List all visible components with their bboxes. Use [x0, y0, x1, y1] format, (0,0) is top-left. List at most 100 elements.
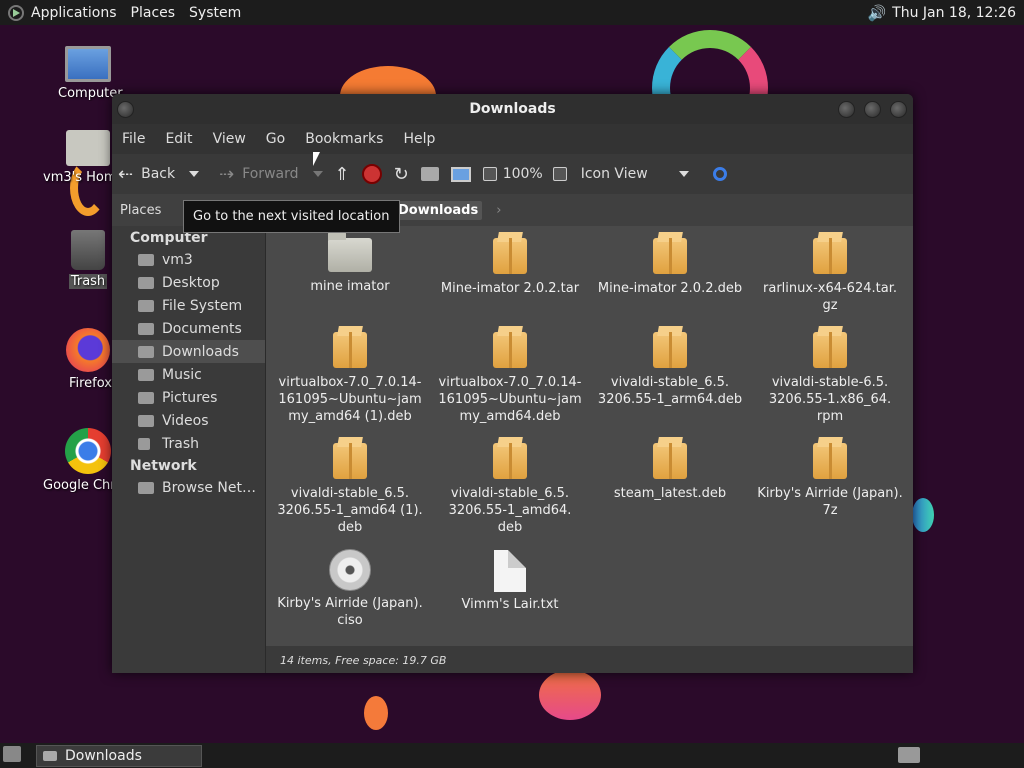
menu-file[interactable]: File [112, 131, 155, 147]
sidebar-item-label: Pictures [162, 389, 218, 406]
minimize-button[interactable] [838, 101, 855, 118]
sidebar-item-vm3[interactable]: vm3 [112, 248, 265, 271]
sidebar-item-label: Desktop [162, 274, 220, 291]
zoom-in-button[interactable] [547, 167, 573, 181]
file-item[interactable]: Mine-imator 2.0.2.tar [430, 238, 590, 297]
places-menu[interactable]: Places [124, 5, 183, 21]
view-mode-select[interactable]: Icon View [575, 166, 695, 182]
up-arrow-icon: ⇑ [334, 163, 350, 185]
file-item[interactable]: virtualbox-7.0_7.0.14- 161095~Ubuntu~jam… [270, 332, 430, 425]
close-button[interactable] [890, 101, 907, 118]
status-bar: 14 items, Free space: 19.7 GB [266, 647, 913, 673]
sidebar-item-trash[interactable]: Trash [112, 432, 265, 455]
breadcrumb-next-icon[interactable]: › [496, 203, 501, 218]
file-item[interactable]: vivaldi-stable_6.5. 3206.55-1_amd64. deb [430, 443, 590, 536]
window-menu-button[interactable] [117, 101, 134, 118]
reload-button[interactable]: ↻ [388, 164, 415, 185]
file-item[interactable]: vivaldi-stable_6.5. 3206.55-1_amd64 (1).… [270, 443, 430, 536]
stop-button[interactable] [356, 164, 388, 184]
sidebar-item-filesystem[interactable]: File System [112, 294, 265, 317]
menu-bookmarks[interactable]: Bookmarks [295, 131, 393, 147]
desktop-folder-icon [138, 276, 154, 289]
file-name: vivaldi-stable-6.5. 3206.55-1.x86_64. rp… [768, 375, 892, 424]
package-icon [493, 238, 527, 274]
home-button[interactable] [415, 167, 445, 181]
forward-button[interactable]: ⇢ Forward [213, 164, 328, 185]
menu-help[interactable]: Help [393, 131, 445, 147]
file-name: Mine-imator 2.0.2.deb [597, 281, 743, 296]
distro-logo-icon[interactable] [8, 4, 24, 21]
stop-icon [361, 164, 382, 184]
file-item[interactable]: mine imator [270, 232, 430, 295]
file-item[interactable]: virtualbox-7.0_7.0.14- 161095~Ubuntu~jam… [430, 332, 590, 425]
breadcrumb-current[interactable]: Downloads [394, 200, 483, 220]
file-item[interactable]: Mine-imator 2.0.2.deb [590, 238, 750, 297]
file-item[interactable]: Kirby's Airride (Japan). 7z [750, 443, 910, 519]
file-name: virtualbox-7.0_7.0.14- 161095~Ubuntu~jam… [438, 375, 582, 424]
system-menu[interactable]: System [182, 5, 248, 21]
file-name: virtualbox-7.0_7.0.14- 161095~Ubuntu~jam… [278, 375, 422, 424]
trash-icon [138, 437, 150, 450]
package-icon [493, 332, 527, 368]
file-name: mine imator [310, 279, 390, 294]
zoom-in-icon [552, 167, 567, 181]
menu-view[interactable]: View [203, 131, 256, 147]
music-folder-icon [138, 368, 154, 381]
package-icon [813, 443, 847, 479]
desktop-icon-label: Firefox [68, 376, 112, 391]
file-item[interactable]: rarlinux-x64-624.tar. gz [750, 238, 910, 314]
computer-button[interactable] [445, 166, 477, 182]
wallpaper-teal-blob [912, 498, 934, 532]
sidebar-item-music[interactable]: Music [112, 363, 265, 386]
desktop-icon-computer[interactable]: Computer [43, 46, 133, 101]
file-item[interactable]: Vimm's Lair.txt [430, 550, 590, 613]
package-icon [813, 332, 847, 368]
taskbar-item-downloads[interactable]: Downloads [36, 744, 202, 767]
file-name: vivaldi-stable_6.5. 3206.55-1_amd64 (1).… [277, 486, 423, 535]
show-desktop-icon[interactable] [3, 746, 21, 762]
disc-image-icon [329, 549, 371, 591]
file-name: vivaldi-stable_6.5. 3206.55-1_amd64. deb [448, 486, 572, 535]
speaker-icon[interactable]: 🔊 [867, 4, 886, 22]
view-mode-dropdown-icon [678, 171, 689, 177]
file-name: Kirby's Airride (Japan). ciso [277, 596, 423, 628]
maximize-button[interactable] [864, 101, 881, 118]
menu-go[interactable]: Go [256, 131, 295, 147]
forward-arrow-icon: ⇢ [219, 163, 235, 185]
sidebar-item-videos[interactable]: Videos [112, 409, 265, 432]
file-item[interactable]: vivaldi-stable-6.5. 3206.55-1.x86_64. rp… [750, 332, 910, 425]
sidebar-item-label: vm3 [162, 251, 193, 268]
window-titlebar[interactable]: Downloads [112, 94, 913, 124]
sidebar-item-pictures[interactable]: Pictures [112, 386, 265, 409]
home-folder-icon [66, 130, 110, 166]
home-folder-icon [138, 253, 154, 266]
forward-tooltip: Go to the next visited location [183, 200, 400, 233]
sidebar-item-label: Music [162, 366, 202, 383]
back-button[interactable]: ⇠ Back [112, 164, 205, 185]
menu-edit[interactable]: Edit [155, 131, 202, 147]
trash-icon [71, 230, 105, 270]
file-item[interactable]: Kirby's Airride (Japan). ciso [270, 549, 430, 629]
zoom-out-icon [482, 167, 497, 181]
folder-icon [328, 232, 372, 272]
taskbar-item-label: Downloads [65, 747, 142, 764]
file-name: Kirby's Airride (Japan). 7z [757, 486, 903, 518]
search-button[interactable] [707, 167, 733, 181]
forward-history-dropdown[interactable] [312, 171, 323, 177]
zoom-out-button[interactable] [477, 167, 503, 181]
up-button[interactable]: ⇑ [329, 164, 356, 185]
back-history-dropdown[interactable] [189, 171, 200, 177]
network-icon [138, 481, 154, 494]
sidebar-item-desktop[interactable]: Desktop [112, 271, 265, 294]
workspace-switcher-icon[interactable] [898, 747, 920, 763]
clock[interactable]: Thu Jan 18, 12:26 [886, 5, 1024, 21]
sidebar-item-documents[interactable]: Documents [112, 317, 265, 340]
home-icon [420, 167, 439, 181]
applications-menu[interactable]: Applications [24, 5, 124, 21]
file-item[interactable]: vivaldi-stable_6.5. 3206.55-1_arm64.deb [590, 332, 750, 408]
desktop-icon-label: Google Chrome [43, 478, 112, 493]
package-icon [653, 443, 687, 479]
sidebar-item-browse-network[interactable]: Browse Net… [112, 476, 265, 499]
file-item[interactable]: steam_latest.deb [590, 443, 750, 502]
sidebar-item-downloads[interactable]: Downloads [112, 340, 265, 363]
